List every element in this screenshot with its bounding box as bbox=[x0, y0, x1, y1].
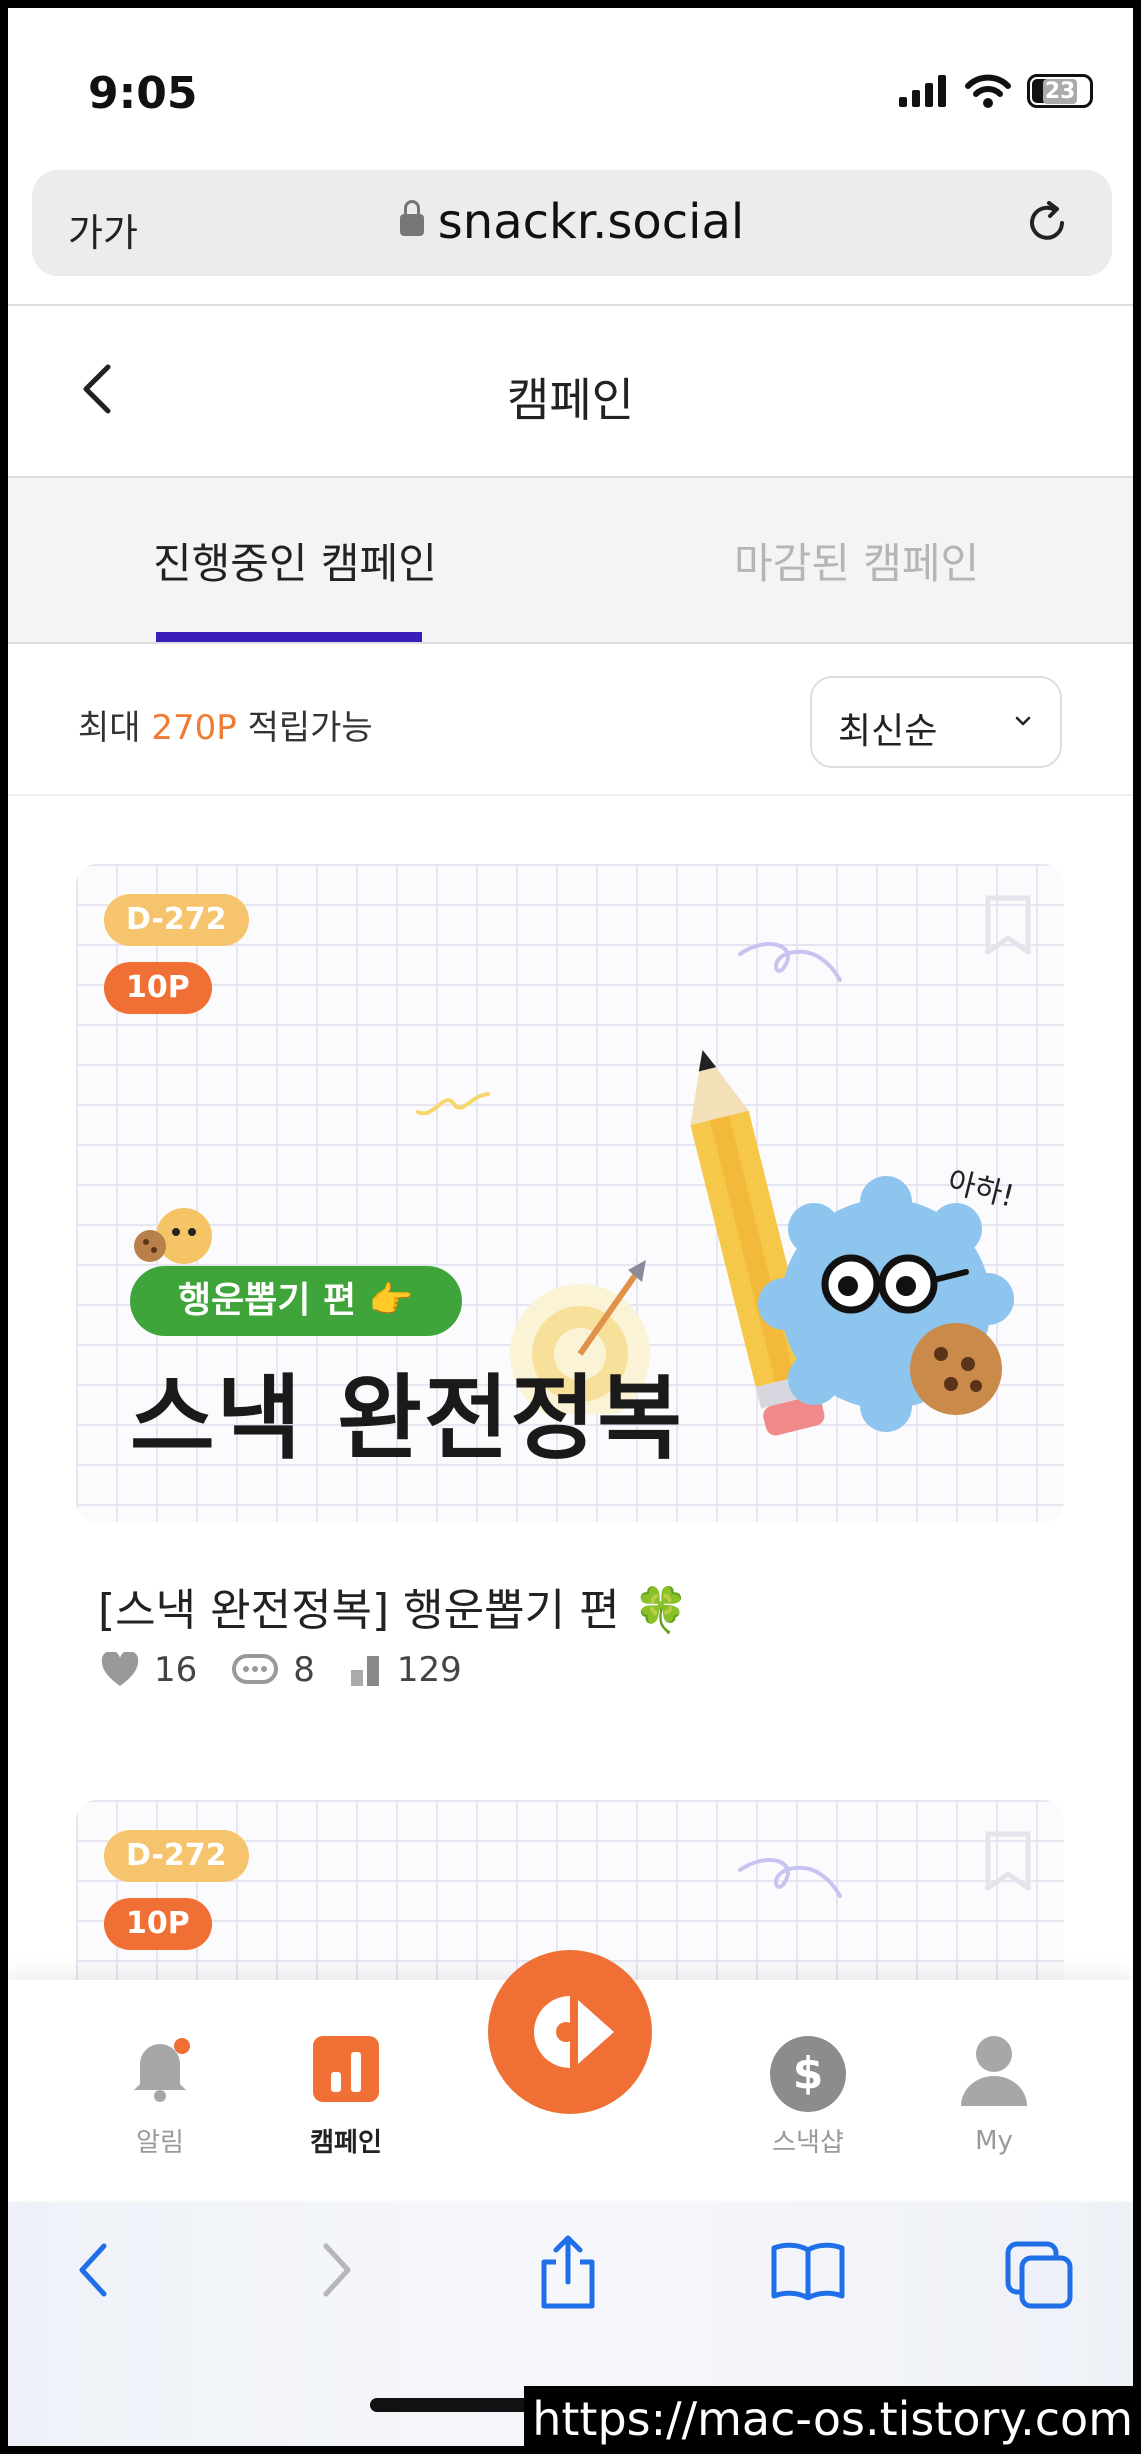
views-count: 129 bbox=[396, 1650, 462, 1690]
heart-icon bbox=[101, 1652, 139, 1686]
share-icon[interactable] bbox=[536, 2234, 600, 2310]
comments-count: 8 bbox=[293, 1650, 315, 1690]
phone-screen: 9:05 23 가가 snackr.social 캠페인 진행중인 캠페인 마감… bbox=[8, 8, 1133, 2446]
dollar-coin-icon: $ bbox=[770, 2036, 846, 2112]
sort-label: 최신순 bbox=[838, 711, 938, 752]
bookmark-icon[interactable] bbox=[982, 894, 1034, 958]
tab-label: 알림 bbox=[136, 2128, 184, 2158]
page-title: 캠페인 bbox=[507, 373, 634, 427]
likes-count: 16 bbox=[154, 1650, 198, 1690]
tab-my[interactable]: My bbox=[914, 2034, 1074, 2156]
chevron-down-icon bbox=[1015, 716, 1031, 726]
tab-notifications[interactable]: 알림 bbox=[80, 2034, 240, 2159]
tab-snack-shop[interactable]: $ 스낵샵 bbox=[728, 2034, 888, 2159]
status-time: 9:05 bbox=[88, 68, 198, 119]
squiggle-decoration bbox=[738, 1857, 842, 1898]
campaign-chart-icon bbox=[313, 2036, 379, 2102]
tabs-overview-icon[interactable] bbox=[1004, 2240, 1074, 2310]
banner-headline: 스낵 완전정복 bbox=[130, 1365, 684, 1472]
points-prefix: 최대 bbox=[78, 708, 152, 748]
address-bar[interactable]: 가가 snackr.social bbox=[32, 170, 1112, 276]
tab-label: 스낵샵 bbox=[772, 2128, 844, 2158]
tab-label: 캠페인 bbox=[310, 2128, 382, 2158]
sort-dropdown[interactable]: 최신순 bbox=[810, 676, 1062, 768]
cellular-signal-icon bbox=[899, 75, 946, 107]
d-day-badge: D-272 bbox=[104, 894, 249, 946]
tab-ongoing[interactable]: 진행중인 캠페인 bbox=[153, 530, 437, 591]
yellow-squiggle-decoration bbox=[416, 1092, 490, 1116]
points-badge: 10P bbox=[104, 1898, 212, 1950]
comment-bubble-icon bbox=[232, 1654, 279, 1684]
tab-closed[interactable]: 마감된 캠페인 bbox=[734, 530, 979, 591]
browser-forward-icon[interactable] bbox=[316, 2240, 356, 2300]
campaign-stats: 16 8 129 bbox=[100, 1650, 496, 1690]
tab-label: My bbox=[975, 2126, 1013, 2156]
browser-back-icon[interactable] bbox=[74, 2240, 114, 2300]
bar-chart-icon bbox=[350, 1656, 379, 1686]
comments-stat: 8 bbox=[231, 1650, 315, 1690]
views-stat: 129 bbox=[349, 1650, 462, 1690]
wifi-icon bbox=[965, 74, 1011, 108]
blue-mascot-illustration-icon bbox=[758, 1176, 1014, 1432]
person-icon bbox=[961, 2036, 1027, 2106]
lock-icon bbox=[399, 200, 424, 236]
points-badge: 10P bbox=[104, 962, 212, 1014]
tab-campaign[interactable]: 캠페인 bbox=[266, 2034, 426, 2159]
banner-subtitle-pill: 행운뽑기 편 👉 bbox=[130, 1266, 462, 1336]
squiggle-decoration bbox=[738, 941, 842, 982]
reload-icon[interactable] bbox=[1022, 198, 1072, 248]
url-text: snackr.social bbox=[437, 194, 745, 250]
filter-row: 최대 270P 적립가능 최신순 bbox=[8, 644, 1133, 794]
page-header: 캠페인 bbox=[8, 306, 1133, 476]
snackr-logo-icon bbox=[534, 1996, 614, 2068]
snackr-home-button[interactable] bbox=[488, 1950, 652, 2114]
app-tab-bar: 알림 캠페인 $ 스낵샵 My bbox=[8, 1950, 1133, 2200]
points-value: 270P bbox=[151, 708, 237, 748]
cookie-mascot-icon bbox=[134, 1208, 212, 1264]
points-suffix: 적립가능 bbox=[236, 708, 373, 748]
max-points-info: 최대 270P 적립가능 bbox=[78, 700, 373, 749]
divider bbox=[8, 794, 1133, 796]
svg-text:$: $ bbox=[793, 2048, 824, 2099]
battery-icon: 23 bbox=[1027, 74, 1093, 108]
bookmark-icon[interactable] bbox=[982, 1830, 1034, 1894]
battery-level: 23 bbox=[1042, 78, 1078, 104]
url-display[interactable]: snackr.social bbox=[32, 194, 1112, 250]
campaign-banner[interactable]: D-272 10P bbox=[76, 864, 1064, 1522]
watermark: https://mac-os.tistory.com bbox=[524, 2386, 1141, 2454]
d-day-badge: D-272 bbox=[104, 1830, 249, 1882]
likes-stat: 16 bbox=[100, 1650, 197, 1690]
active-tab-indicator bbox=[156, 632, 422, 642]
campaign-tabs: 진행중인 캠페인 마감된 캠페인 bbox=[8, 478, 1133, 642]
bookmarks-book-icon[interactable] bbox=[770, 2240, 846, 2300]
bell-icon bbox=[134, 2038, 190, 2102]
campaign-title[interactable]: [스낵 완전정복] 행운뽑기 편 🍀 bbox=[98, 1574, 688, 1638]
status-bar: 9:05 23 bbox=[8, 8, 1133, 168]
status-icons: 23 bbox=[899, 74, 1093, 108]
